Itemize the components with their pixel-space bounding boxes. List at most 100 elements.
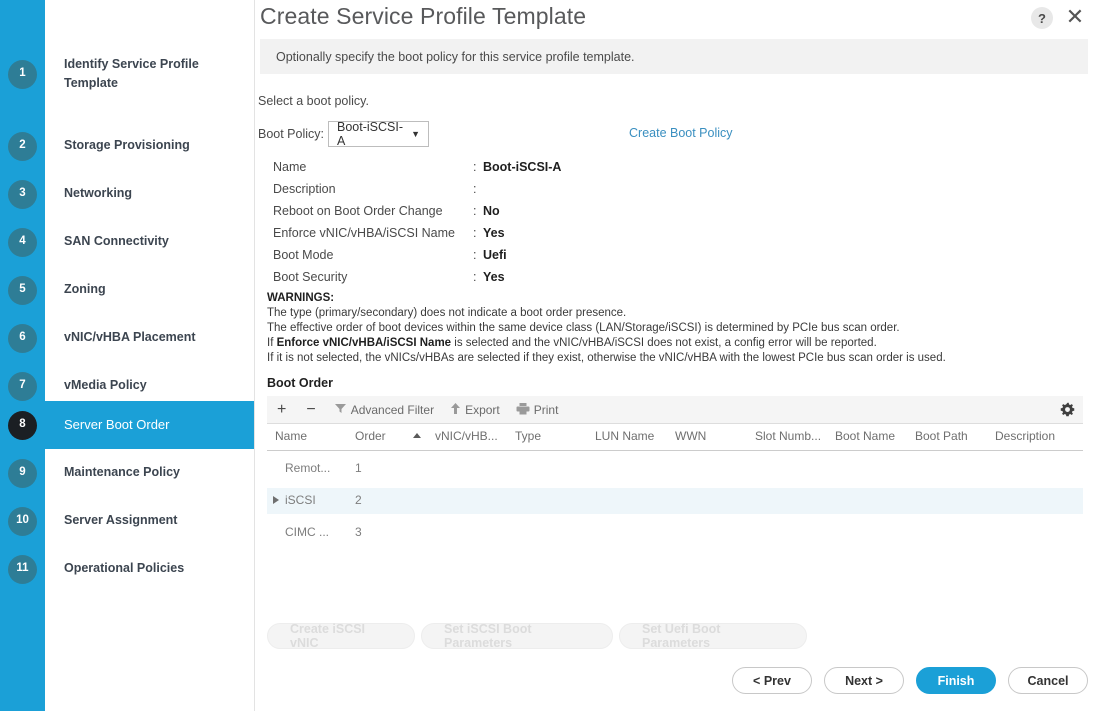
close-icon[interactable]: ✕	[1062, 4, 1088, 30]
advanced-filter-button[interactable]: Advanced Filter	[326, 396, 442, 423]
row-order-cell: 2	[355, 493, 362, 507]
policy-detail-colon: :	[473, 248, 477, 262]
policy-detail-key: Reboot on Boot Order Change	[273, 204, 443, 218]
sidebar-step-9[interactable]: 9 Maintenance Policy	[0, 449, 254, 497]
step-number-badge: 10	[8, 506, 37, 536]
sidebar-step-label: vNIC/vHBA Placement	[64, 330, 196, 345]
column-header[interactable]: Slot Numb...	[755, 429, 821, 443]
sidebar-step-8[interactable]: 8 Server Boot Order	[0, 401, 254, 449]
policy-detail-key: Boot Security	[273, 270, 348, 284]
column-header[interactable]: Name	[275, 429, 307, 443]
sidebar-step-label: Maintenance Policy	[64, 465, 181, 480]
column-header[interactable]: Description	[995, 429, 1055, 443]
warning-line: If it is not selected, the vNICs/vHBAs a…	[267, 352, 946, 364]
boot-policy-label: Boot Policy:	[258, 127, 325, 141]
export-button[interactable]: Export	[442, 396, 508, 423]
sidebar-step-label: Server Boot Order	[64, 416, 170, 432]
warning-line: If Enforce vNIC/vHBA/iSCSI Name is selec…	[267, 337, 877, 349]
warnings-lines: The type (primary/secondary) does not in…	[267, 306, 1027, 366]
next-button[interactable]: Next >	[824, 667, 904, 694]
policy-detail-value: Boot-iSCSI-A	[483, 160, 562, 174]
policy-detail-key: Boot Mode	[273, 248, 334, 262]
step-number-badge: 9	[8, 458, 37, 488]
sidebar-step-5[interactable]: 5 Zoning	[0, 266, 254, 314]
warnings-heading: WARNINGS:	[267, 292, 335, 304]
sidebar-step-1[interactable]: 1 Identify Service Profile Template	[0, 50, 254, 98]
step-number-badge: 2	[8, 131, 37, 161]
table-header-row: Name Order vNIC/vHB... Type LUN Name WWN Slot …	[267, 423, 1083, 451]
warnings-block: WARNINGS: The type (primary/secondary) d…	[267, 291, 1027, 366]
print-label: Print	[533, 402, 559, 417]
chevron-down-icon: ▼	[411, 129, 420, 139]
policy-detail-row: Boot Security: Yes	[273, 270, 673, 292]
step-number-badge: 7	[8, 371, 37, 401]
column-header[interactable]: Boot Name	[835, 429, 895, 443]
table-row[interactable]: CIMC ... 3	[267, 520, 1083, 546]
step-number-badge: 6	[8, 323, 37, 353]
footer-buttons: < Prev Next > Finish Cancel	[732, 667, 1088, 694]
table-row[interactable]: Remot... 1	[267, 456, 1083, 482]
finish-button[interactable]: Finish	[916, 667, 996, 694]
boot-param-buttons: Create iSCSI vNIC Set iSCSI Boot Paramete…	[267, 622, 807, 650]
param-button: Set Uefi Boot Parameters	[619, 622, 807, 650]
boot-policy-selected-value: Boot-iSCSI-A	[337, 120, 403, 148]
create-boot-policy-link[interactable]: Create Boot Policy	[629, 126, 733, 140]
column-header[interactable]: Boot Path	[915, 429, 968, 443]
export-label: Export	[465, 402, 500, 417]
policy-detail-key: Description	[273, 182, 336, 196]
sidebar-step-label: Operational Policies	[64, 561, 185, 576]
table-row[interactable]: iSCSI 2	[267, 488, 1083, 514]
sidebar-step-4[interactable]: 4 SAN Connectivity	[0, 218, 254, 266]
sidebar-step-6[interactable]: 6 vNIC/vHBA Placement	[0, 314, 254, 362]
sidebar-step-label: SAN Connectivity	[64, 234, 169, 249]
expand-triangle-icon[interactable]	[273, 496, 279, 504]
boot-policy-dropdown[interactable]: Boot-iSCSI-A ▼	[328, 120, 429, 148]
sidebar-step-3[interactable]: 3 Networking	[0, 170, 254, 218]
select-policy-prompt: Select a boot policy.	[258, 94, 369, 108]
policy-detail-key: Name	[273, 160, 307, 174]
step-number-badge: 11	[8, 554, 37, 584]
step-number-badge: 1	[8, 59, 37, 89]
column-header[interactable]: LUN Name	[595, 429, 654, 443]
gear-icon[interactable]	[1060, 402, 1075, 417]
cancel-button[interactable]: Cancel	[1008, 667, 1088, 694]
row-order-cell: 1	[355, 461, 362, 475]
sidebar-step-10[interactable]: 10 Server Assignment	[0, 497, 254, 545]
column-header[interactable]: vNIC/vHB...	[435, 429, 498, 443]
row-order-cell: 3	[355, 525, 362, 539]
policy-details-list: Name: Boot-iSCSI-A Description: Reboot on B…	[273, 160, 673, 292]
policy-detail-row: Description:	[273, 182, 673, 204]
sort-ascending-icon[interactable]	[413, 433, 421, 438]
policy-detail-colon: :	[473, 182, 477, 196]
column-header[interactable]: Order	[355, 429, 386, 443]
sidebar-step-11[interactable]: 11 Operational Policies	[0, 545, 254, 593]
policy-detail-value: Yes	[483, 226, 505, 240]
step-number-badge: 8	[8, 410, 37, 440]
column-header[interactable]: Type	[515, 429, 541, 443]
print-button[interactable]: Print	[508, 396, 567, 423]
sidebar-step-label: Zoning	[64, 282, 106, 297]
sidebar-step-label: Storage Provisioning	[64, 138, 190, 153]
policy-detail-value: Yes	[483, 270, 505, 284]
column-header[interactable]: WWN	[675, 429, 706, 443]
sidebar-step-2[interactable]: 2 Storage Provisioning	[0, 122, 254, 170]
row-name-cell: CIMC ...	[285, 525, 329, 539]
remove-row-button[interactable]: −	[296, 396, 325, 423]
help-icon[interactable]: ?	[1031, 7, 1053, 29]
prev-button[interactable]: < Prev	[732, 667, 812, 694]
param-button: Create iSCSI vNIC	[267, 622, 415, 650]
step-number-badge: 3	[8, 179, 37, 209]
policy-detail-row: Name: Boot-iSCSI-A	[273, 160, 673, 182]
add-row-button[interactable]: +	[267, 396, 296, 423]
printer-icon	[516, 402, 530, 418]
wizard-sidebar: 1 Identify Service Profile Template 2 Stora…	[0, 0, 255, 711]
sidebar-step-label: vMedia Policy	[64, 378, 147, 393]
step-number-badge: 4	[8, 227, 37, 257]
sidebar-step-label: Identify Service Profile Template	[64, 56, 199, 90]
policy-detail-colon: :	[473, 226, 477, 240]
sidebar-step-label: Networking	[64, 186, 133, 201]
policy-detail-value: No	[483, 204, 500, 218]
policy-detail-colon: :	[473, 160, 477, 174]
upload-arrow-icon	[450, 402, 461, 418]
boot-order-heading: Boot Order	[267, 376, 333, 390]
